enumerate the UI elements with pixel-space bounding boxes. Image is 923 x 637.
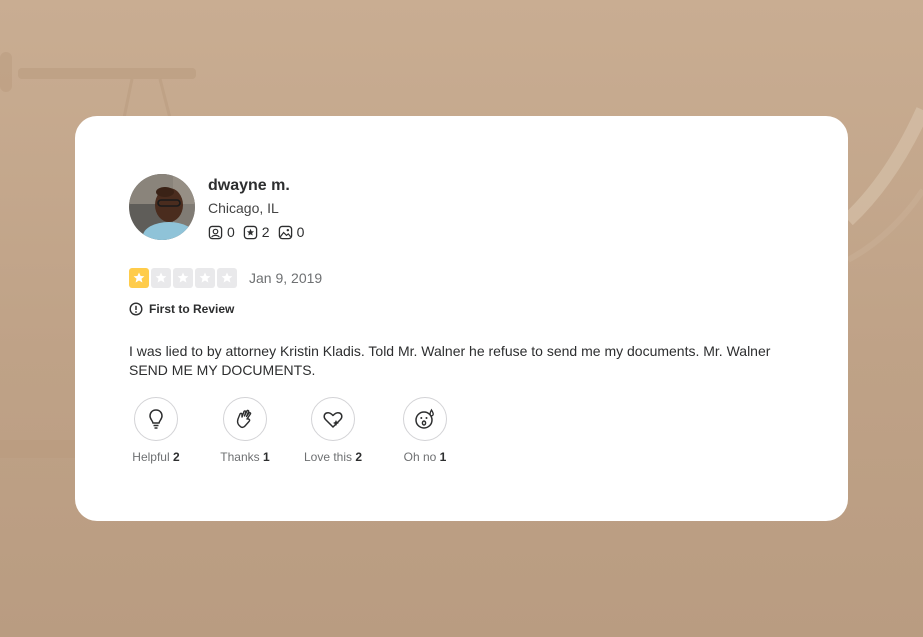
first-to-review-badge: First to Review: [129, 302, 234, 316]
user-location: Chicago, IL: [208, 200, 279, 216]
reaction-count: 1: [263, 450, 270, 464]
heart-icon: [323, 411, 343, 428]
star-icon: [129, 268, 149, 288]
reaction-count: 1: [439, 450, 447, 464]
lightbulb-icon: [149, 409, 163, 429]
star-icon: [195, 268, 215, 288]
love-this-button[interactable]: Love this 2: [300, 397, 366, 464]
reaction-label: Oh no: [403, 450, 437, 464]
reaction-label: Love this: [303, 450, 352, 464]
star-icon: [217, 268, 237, 288]
reviews-star-icon: [243, 225, 258, 239]
star-icon: [151, 268, 171, 288]
reaction-circle[interactable]: [134, 397, 178, 441]
star-icon: [173, 268, 193, 288]
avatar[interactable]: [129, 174, 195, 240]
clapping-hands-icon: [236, 409, 252, 429]
reaction-circle[interactable]: [403, 397, 447, 441]
oh-no-button[interactable]: Oh no 1: [399, 397, 451, 464]
reaction-bar: Helpful 2 Thanks 1 Love this 2 Oh no 1: [129, 397, 451, 464]
reaction-circle[interactable]: [223, 397, 267, 441]
user-stats: 0 2 0: [208, 224, 304, 240]
photos-icon: [278, 225, 292, 239]
friends-count-value: 0: [227, 224, 235, 240]
review-text: I was lied to by attorney Kristin Kladis…: [129, 343, 771, 378]
badge-label: First to Review: [149, 302, 235, 316]
user-name[interactable]: dwayne m.: [208, 177, 290, 195]
photos-count-value: 0: [296, 224, 305, 240]
helpful-button[interactable]: Helpful 2: [129, 397, 183, 464]
star-rating: [129, 268, 237, 288]
reaction-label: Thanks: [220, 450, 260, 464]
user-photo: [129, 174, 195, 240]
reaction-label: Helpful: [132, 450, 170, 464]
surprised-face-icon: [415, 408, 434, 429]
friends-icon: [208, 225, 223, 239]
friends-count: 0: [208, 224, 235, 240]
reviews-count-value: 2: [261, 224, 270, 240]
reaction-count: 2: [173, 450, 180, 464]
info-icon: [129, 302, 143, 316]
reaction-circle[interactable]: [311, 397, 355, 441]
review-date: Jan 9, 2019: [249, 270, 323, 286]
reviews-count: 2: [243, 224, 270, 240]
photos-count: 0: [278, 224, 305, 240]
review-card: dwayne m. Chicago, IL 0 2 0 Jan 9, 2019 …: [75, 116, 848, 521]
reaction-count: 2: [355, 450, 363, 464]
thanks-button[interactable]: Thanks 1: [218, 397, 272, 464]
